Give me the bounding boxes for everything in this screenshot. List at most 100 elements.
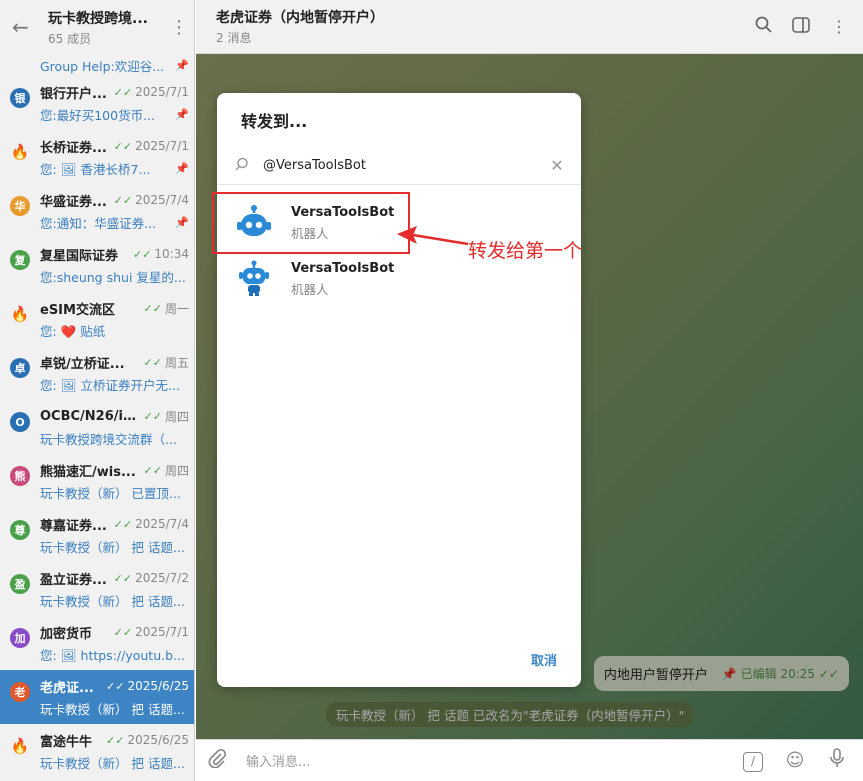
chat-item-body: 加密货币 ✓✓ 2025/7/1 您: 🖼 https://youtu.b... — [40, 620, 189, 664]
chat-list-item[interactable]: 复复星国际证券 ✓✓ 10:34 您:sheung shui 复星的... — [0, 238, 194, 292]
bot-command-icon[interactable]: / — [739, 749, 767, 772]
read-check-icon: ✓✓ — [113, 139, 133, 153]
chat-avatar: 银 — [10, 88, 30, 108]
result-type: 机器人 — [291, 225, 329, 241]
read-check-icon: ✓✓ — [113, 571, 133, 585]
chat-list-item[interactable]: 卓卓锐/立桥证... ✓✓ 周五 您: 🖼 立桥证券开户无... — [0, 346, 194, 400]
message-input[interactable]: 输入消息... — [246, 751, 725, 770]
chat-avatar: O — [10, 412, 30, 432]
back-arrow-icon[interactable]: ← — [12, 15, 40, 39]
chat-avatar: 复 — [10, 250, 30, 270]
chat-list-item[interactable]: O OCBC/N26/ifast ✓✓ 周四 玩卡教授跨境交流群（... — [0, 400, 194, 454]
cancel-button[interactable]: 取消 — [531, 650, 557, 669]
group-info[interactable]: 玩卡教授跨境... 65 成员 — [48, 8, 170, 47]
chat-item-body: 华盛证券... ✓✓ 2025/7/4 您:通知：华盛证券... 📌 — [40, 188, 189, 232]
chat-item-preview: 玩卡教授（新） 把 话题... — [40, 593, 185, 609]
chat-avatar: 尊 — [10, 520, 30, 540]
chat-item-body: 复星国际证券 ✓✓ 10:34 您:sheung shui 复星的... — [40, 242, 189, 286]
search-icon[interactable] — [753, 16, 773, 37]
result-info: VersaToolsBot 机器人 — [291, 261, 394, 298]
chat-list: Group Help:欢迎谷... 📌 银银行开户... ✓✓ 2025/7/1 您:最好… — [0, 54, 194, 778]
chat-list-item[interactable]: Group Help:欢迎谷... 📌 — [0, 54, 194, 76]
chat-avatar: 🔥 — [10, 142, 30, 162]
result-info: VersaToolsBot 机器人 — [291, 205, 394, 242]
sidebar: ← 玩卡教授跨境... 65 成员 ⋮ Group Help:欢迎谷... 📌 银银… — [0, 0, 195, 781]
chat-item-name: eSIM交流区 — [40, 302, 115, 318]
chat-item-time: 周四 — [164, 409, 189, 424]
chat-item-time: 周四 — [164, 463, 189, 478]
chat-item-body: 卓锐/立桥证... ✓✓ 周五 您: 🖼 立桥证券开户无... — [40, 350, 189, 394]
chat-avatar: 盈 — [10, 574, 30, 594]
group-member-count: 65 成员 — [48, 31, 92, 46]
chat-item-preview: 您: 🖼 立桥证券开户无... — [40, 377, 180, 393]
chat-item-time: 2025/7/2 — [135, 571, 189, 585]
result-name: VersaToolsBot — [291, 204, 395, 220]
chat-item-preview: 您: 🖼 https://youtu.b... — [40, 647, 185, 663]
chat-item-name: 复星国际证券 — [40, 248, 119, 264]
chat-item-time: 周一 — [164, 301, 189, 316]
chat-list-item[interactable]: 尊尊嘉证券... ✓✓ 2025/7/4 玩卡教授（新） 把 话题... — [0, 508, 194, 562]
read-check-icon: ✓✓ — [132, 247, 152, 261]
chat-item-time: 10:34 — [154, 247, 189, 261]
dialog-title: 转发到... — [241, 112, 308, 131]
chat-item-time: 2025/7/4 — [135, 193, 189, 207]
sidebar-toggle-icon[interactable] — [791, 16, 811, 37]
chat-avatar: 老 — [10, 682, 30, 702]
chat-title: 老虎证券（内地暂停开户） — [216, 10, 384, 26]
chat-avatar: 卓 — [10, 358, 30, 378]
chat-list-item[interactable]: 🔥 eSIM交流区 ✓✓ 周一 您: ❤️ 贴纸 — [0, 292, 194, 346]
read-check-icon: ✓✓ — [143, 301, 162, 315]
chat-item-name: 华盛证券... — [40, 194, 107, 210]
pin-icon: 📌 — [175, 161, 189, 175]
chat-item-name: 卓锐/立桥证... — [40, 356, 125, 372]
chat-list-item[interactable]: 华华盛证券... ✓✓ 2025/7/4 您:通知：华盛证券... 📌 — [0, 184, 194, 238]
chat-list-item[interactable]: 加加密货币 ✓✓ 2025/7/1 您: 🖼 https://youtu.b... — [0, 616, 194, 670]
more-options-icon[interactable]: ⋮ — [829, 17, 849, 36]
chat-list-item[interactable]: 盈盈立证券... ✓✓ 2025/7/2 玩卡教授（新） 把 话题... — [0, 562, 194, 616]
chat-item-body: 银行开户... ✓✓ 2025/7/1 您:最好买100货币... 📌 — [40, 80, 189, 124]
robot-avatar-icon — [235, 260, 273, 298]
chat-item-preview: 玩卡教授（新） 已置顶... — [40, 485, 181, 501]
chat-list-item[interactable]: 老老虎证... ✓✓ 2025/6/25 玩卡教授（新） 把 话题... — [0, 670, 194, 724]
chat-item-time: 2025/7/4 — [135, 517, 189, 531]
chat-item-body: 富途牛牛 ✓✓ 2025/6/25 玩卡教授（新） 把 话题... — [40, 728, 189, 772]
chat-item-body: eSIM交流区 ✓✓ 周一 您: ❤️ 贴纸 — [40, 296, 189, 340]
chat-header-info[interactable]: 老虎证券（内地暂停开户） 2 消息 — [216, 7, 735, 46]
chat-header: 老虎证券（内地暂停开户） 2 消息 ⋮ — [196, 0, 863, 54]
chat-avatar: 华 — [10, 196, 30, 216]
chat-item-body: 盈立证券... ✓✓ 2025/7/2 玩卡教授（新） 把 话题... — [40, 566, 189, 610]
emoji-icon[interactable]: ☺ — [781, 750, 809, 771]
read-check-icon: ✓✓ — [113, 85, 133, 99]
chat-list-item[interactable]: 熊熊猫速汇/wis... ✓✓ 周四 玩卡教授（新） 已置顶... — [0, 454, 194, 508]
annotation-text: 转发给第一个 — [468, 240, 583, 262]
read-check-icon: ✓✓ — [113, 517, 133, 531]
chat-list-item[interactable]: 🔥 富途牛牛 ✓✓ 2025/6/25 玩卡教授（新） 把 话题... — [0, 724, 194, 778]
chat-item-preview: Group Help:欢迎谷... — [40, 58, 165, 74]
group-title: 玩卡教授跨境... — [48, 10, 148, 27]
robot-avatar-icon — [235, 204, 273, 242]
chat-item-preview: 您:sheung shui 复星的... — [40, 269, 186, 285]
chat-avatar: 🔥 — [10, 736, 30, 756]
chat-item-name: 银行开户... — [40, 86, 107, 102]
pin-icon: 📌 — [175, 215, 189, 229]
chat-item-body: 长桥证券... ✓✓ 2025/7/1 您: 🖼 香港长桥7... 📌 — [40, 134, 189, 178]
chat-item-preview: 您: 🖼 香港长桥7... — [40, 161, 151, 177]
close-icon[interactable]: ✕ — [549, 156, 565, 175]
chat-item-name: 尊嘉证券... — [40, 518, 107, 534]
attach-icon[interactable] — [208, 748, 234, 773]
chat-item-preview: 玩卡教授（新） 把 话题... — [40, 755, 185, 771]
more-options-icon[interactable]: ⋮ — [170, 17, 188, 38]
chat-item-preview: 玩卡教授（新） 把 话题... — [40, 701, 185, 717]
chat-avatar: 加 — [10, 628, 30, 648]
chat-list-item[interactable]: 🔥 长桥证券... ✓✓ 2025/7/1 您: 🖼 香港长桥7... 📌 — [0, 130, 194, 184]
chat-item-time: 周五 — [164, 355, 189, 370]
search-input[interactable]: @VersaToolsBot — [263, 158, 549, 173]
chat-item-name: 老虎证... — [40, 680, 94, 696]
chat-item-time: 2025/7/1 — [135, 139, 189, 153]
microphone-icon[interactable] — [823, 748, 851, 773]
forward-dialog: 转发到... @VersaToolsBot ✕ VersaToolsBot 机器… — [217, 93, 581, 687]
read-check-icon: ✓✓ — [106, 679, 125, 693]
chat-item-body: 尊嘉证券... ✓✓ 2025/7/4 玩卡教授（新） 把 话题... — [40, 512, 189, 556]
result-name: VersaToolsBot — [291, 260, 395, 276]
chat-list-item[interactable]: 银银行开户... ✓✓ 2025/7/1 您:最好买100货币... 📌 — [0, 76, 194, 130]
